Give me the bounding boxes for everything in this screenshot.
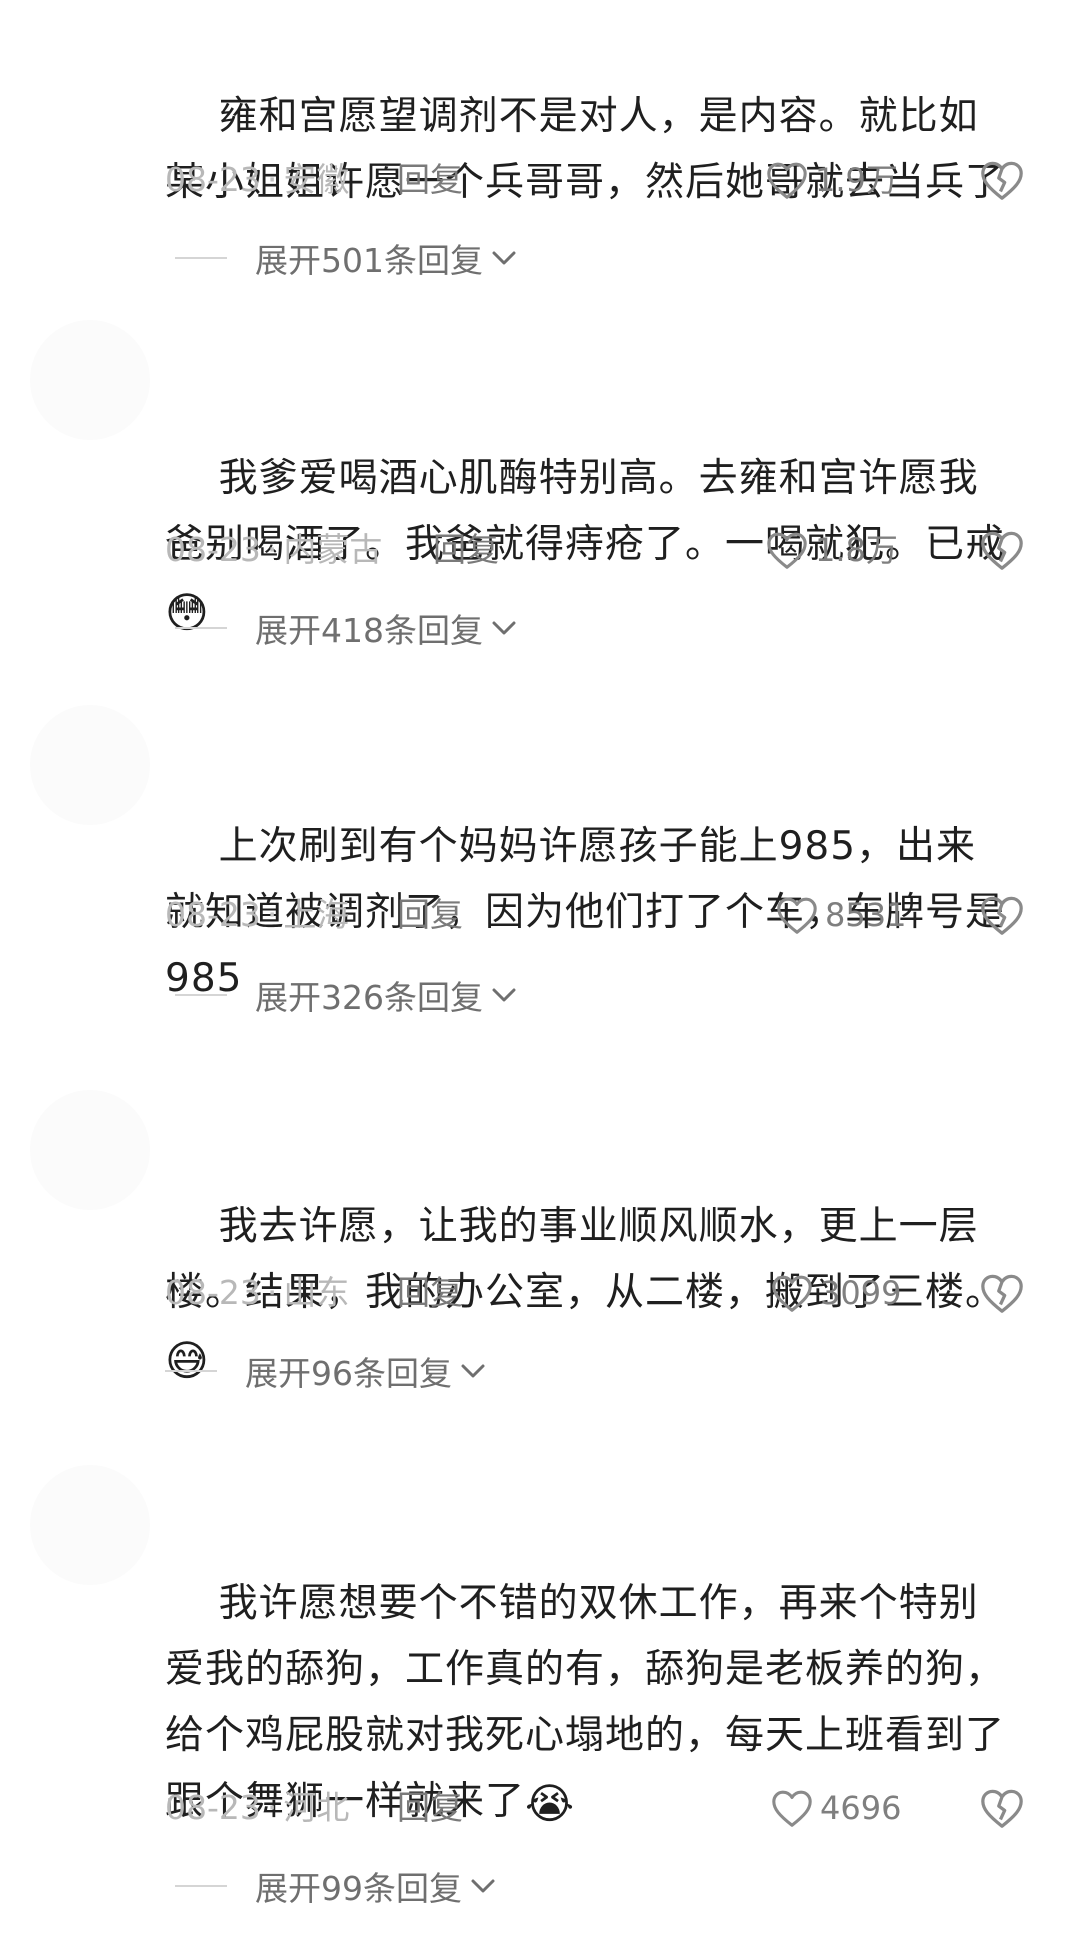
meta-separator: ·: [266, 1273, 278, 1312]
like-count: 4696: [820, 1789, 902, 1827]
comment-item: 雍和宫愿望调剂不是对人，是内容。就比如某小姐姐许愿一个兵哥哥，然后她哥就去当兵了…: [0, 0, 1080, 290]
expand-replies-button[interactable]: 展开99条回复: [175, 1863, 496, 1909]
comment-meta: 08-23 · 河北 回复 4696: [165, 1783, 1023, 1833]
comment-location: 安徽: [283, 160, 350, 199]
chevron-down-icon: [461, 1364, 485, 1378]
heart-outline-icon: [777, 897, 817, 934]
comment-item: 我许愿想要个不错的双休工作，再来个特别爱我的舔狗，工作真的有，舔狗是老板养的狗，…: [0, 1465, 1080, 1948]
chevron-down-icon: [471, 1879, 495, 1893]
comment-location: 山东: [283, 1273, 350, 1312]
heart-outline-icon: [767, 532, 807, 569]
divider-line: [175, 994, 227, 996]
expand-replies-label: 展开418条回复: [255, 611, 483, 650]
comment-item: 上次刷到有个妈妈许愿孩子能上985，出来就知道被调剂了，因为他们打了个车，车牌号…: [0, 705, 1080, 1030]
comment-date: 08-23: [165, 160, 261, 199]
comment-item: 我去许愿，让我的事业顺风顺水，更上一层楼。结果，我的办公室，从二楼，搬到了三楼。…: [0, 1090, 1080, 1410]
meta-separator: ·: [266, 1788, 278, 1827]
comment-item: 我爹爱喝酒心肌酶特别高。去雍和宫许愿我爸别喝酒了。我爸就得痔疮了。一喝就犯。已戒…: [0, 320, 1080, 660]
comment-location: 上海: [283, 895, 350, 934]
comment-location: 河北: [283, 1788, 350, 1827]
broken-heart-icon[interactable]: [979, 527, 1025, 573]
comment-location: 内蒙古: [283, 530, 383, 569]
like-button[interactable]: 1.9万: [765, 155, 898, 205]
chevron-down-icon: [492, 621, 516, 635]
divider-line: [175, 257, 227, 259]
divider-line: [175, 627, 227, 629]
avatar[interactable]: [30, 1090, 150, 1210]
comment-date: 08-23: [165, 1788, 261, 1827]
comment-meta: 08-23 · 山东 回复 3099: [165, 1268, 1023, 1318]
broken-heart-icon[interactable]: [979, 1270, 1025, 1316]
comment-date: 08-23: [165, 530, 261, 569]
divider-line: [175, 1885, 227, 1887]
expand-replies-label: 展开326条回复: [255, 978, 483, 1017]
comment-text: 我许愿想要个不错的双休工作，再来个特别爱我的舔狗，工作真的有，舔狗是老板养的狗，…: [165, 1581, 1006, 1828]
reply-button[interactable]: 回复: [397, 155, 463, 205]
broken-heart-icon[interactable]: [979, 892, 1025, 938]
avatar[interactable]: [30, 320, 150, 440]
like-button[interactable]: 3099: [770, 1268, 901, 1318]
broken-heart-icon[interactable]: [979, 157, 1025, 203]
expand-replies-button[interactable]: 展开96条回复: [165, 1348, 486, 1394]
reply-button[interactable]: 回复: [397, 890, 463, 940]
heart-outline-icon: [772, 1790, 812, 1827]
reply-button[interactable]: 回复: [433, 525, 499, 575]
heart-outline-icon: [767, 162, 807, 199]
avatar[interactable]: [30, 705, 150, 825]
reply-button[interactable]: 回复: [397, 1783, 463, 1833]
chevron-down-icon: [492, 251, 516, 265]
like-button[interactable]: 4696: [770, 1783, 901, 1833]
broken-heart-icon[interactable]: [979, 1785, 1025, 1831]
reply-button[interactable]: 回复: [397, 1268, 463, 1318]
like-count: 8531: [825, 896, 907, 934]
expand-replies-button[interactable]: 展开326条回复: [175, 972, 517, 1018]
like-count: 3099: [820, 1274, 902, 1312]
expand-replies-button[interactable]: 展开418条回复: [175, 605, 517, 651]
expand-replies-button[interactable]: 展开501条回复: [175, 235, 517, 281]
expand-replies-label: 展开501条回复: [255, 241, 483, 280]
divider-line: [165, 1370, 217, 1372]
comment-meta: 08-23 · 安徽 回复 1.9万: [165, 155, 1023, 205]
like-count: 1.8万: [815, 531, 898, 569]
meta-separator: ·: [266, 895, 278, 934]
comment-date: 08-23: [165, 895, 261, 934]
like-button[interactable]: 8531: [775, 890, 906, 940]
like-button[interactable]: 1.8万: [765, 525, 898, 575]
chevron-down-icon: [492, 988, 516, 1002]
avatar[interactable]: [30, 1465, 150, 1585]
comment-meta: 08-23 · 上海 回复 8531: [165, 890, 1023, 940]
expand-replies-label: 展开96条回复: [245, 1354, 452, 1393]
heart-outline-icon: [772, 1275, 812, 1312]
meta-separator: ·: [266, 530, 278, 569]
comment-date: 08-23: [165, 1273, 261, 1312]
like-count: 1.9万: [815, 161, 898, 199]
comment-meta: 08-23 · 内蒙古 回复 1.8万: [165, 525, 1023, 575]
meta-separator: ·: [266, 160, 278, 199]
expand-replies-label: 展开99条回复: [255, 1869, 462, 1908]
